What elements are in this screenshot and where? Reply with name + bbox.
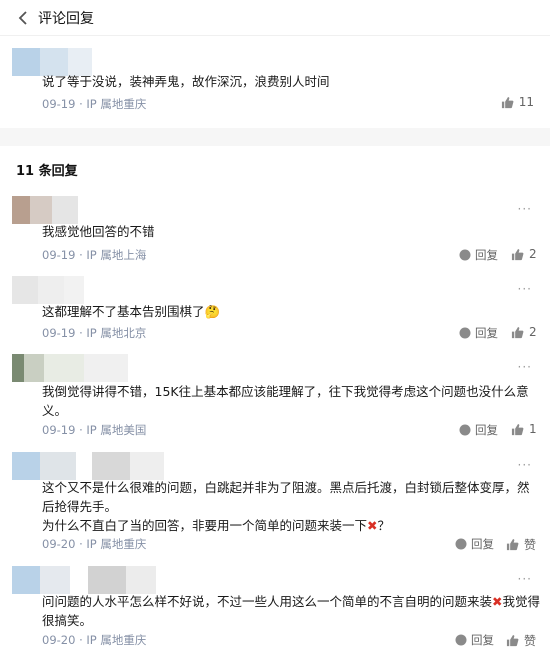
replies-count-heading: 11 条回复	[16, 164, 78, 179]
thumbs-up-icon	[511, 248, 524, 260]
more-icon[interactable]: ···	[518, 360, 532, 374]
comment-meta: 09-19 · IP 属地重庆	[42, 97, 147, 111]
list-item: ··· 这都理解不了基本告别围棋了🤔 09-19 · IP 属地北京 回复 2	[0, 276, 550, 348]
like-button[interactable]: 2	[511, 325, 537, 339]
reply-meta: 09-20 · IP 属地重庆	[42, 633, 147, 647]
reply-text: 我感觉他回答的不错	[42, 224, 155, 239]
like-button[interactable]: 赞	[506, 632, 536, 649]
thumbs-up-icon	[506, 635, 519, 647]
avatar[interactable]	[12, 566, 156, 594]
section-divider	[0, 128, 550, 146]
like-button[interactable]: 11	[501, 95, 534, 109]
avatar[interactable]	[12, 354, 128, 382]
reply-meta: 09-19 · IP 属地美国	[42, 423, 147, 437]
chevron-left-icon[interactable]	[8, 0, 38, 36]
thumbs-up-icon	[511, 423, 524, 435]
reply-text: 这都理解不了基本告别围棋了🤔	[42, 304, 221, 319]
avatar[interactable]	[12, 452, 164, 480]
avatar[interactable]	[12, 196, 78, 224]
list-item: ··· 问问题的人水平怎么样不好说，不过一些人用这么一个简单的不言自明的问题来装…	[0, 566, 550, 660]
more-icon[interactable]: ···	[518, 572, 532, 586]
like-count: 11	[518, 95, 534, 109]
x-mark-icon: ✖	[367, 518, 378, 533]
x-mark-icon: ✖	[492, 594, 503, 609]
comment-icon	[459, 249, 471, 261]
thumbs-up-icon	[506, 539, 519, 551]
reply-button[interactable]: 回复	[459, 325, 498, 341]
reply-text: 这个又不是什么很难的问题，白跳起并非为了阻渡。黑点后托渡，白封锁后整体变厚，然后…	[42, 480, 530, 533]
comment-text: 说了等于没说，装神弄鬼，故作深沉，浪费别人时间	[42, 74, 330, 89]
top-bar: 评论回复	[0, 0, 550, 36]
list-item: ··· 我感觉他回答的不错 09-19 · IP 属地上海 回复 2	[0, 196, 550, 268]
comment-icon	[455, 634, 467, 646]
avatar[interactable]	[12, 276, 84, 304]
reply-text: 我倒觉得讲得不错，15K往上基本都应该能理解了，往下我觉得考虑这个问题也没什么意…	[42, 384, 529, 418]
reply-button[interactable]: 回复	[455, 632, 494, 648]
list-item: ··· 我倒觉得讲得不错，15K往上基本都应该能理解了，往下我觉得考虑这个问题也…	[0, 354, 550, 446]
reply-button[interactable]: 回复	[459, 247, 498, 263]
more-icon[interactable]: ···	[518, 202, 532, 216]
more-icon[interactable]: ···	[518, 458, 532, 472]
like-button[interactable]: 2	[511, 247, 537, 261]
reply-button[interactable]: 回复	[459, 422, 498, 438]
thumbs-up-icon	[511, 326, 524, 338]
ip-location: IP 属地重庆	[86, 97, 147, 111]
page-title: 评论回复	[38, 10, 94, 27]
list-item: ··· 这个又不是什么很难的问题，白跳起并非为了阻渡。黑点后托渡，白封锁后整体变…	[0, 452, 550, 560]
reply-meta: 09-19 · IP 属地上海	[42, 248, 147, 262]
reply-button[interactable]: 回复	[455, 536, 494, 552]
reply-text: 问问题的人水平怎么样不好说，不过一些人用这么一个简单的不言自明的问题来装✖我觉得…	[42, 594, 541, 628]
thumbs-up-icon	[501, 96, 514, 108]
comment-icon	[455, 538, 467, 550]
like-button[interactable]: 1	[511, 422, 537, 436]
comment-icon	[459, 424, 471, 436]
like-button[interactable]: 赞	[506, 536, 536, 553]
comment-icon	[459, 327, 471, 339]
reply-meta: 09-19 · IP 属地北京	[42, 326, 147, 340]
reply-meta: 09-20 · IP 属地重庆	[42, 537, 147, 551]
more-icon[interactable]: ···	[518, 282, 532, 296]
main-comment: 说了等于没说，装神弄鬼，故作深沉，浪费别人时间 09-19 · IP 属地重庆 …	[0, 36, 550, 128]
comment-date: 09-19	[42, 97, 76, 111]
